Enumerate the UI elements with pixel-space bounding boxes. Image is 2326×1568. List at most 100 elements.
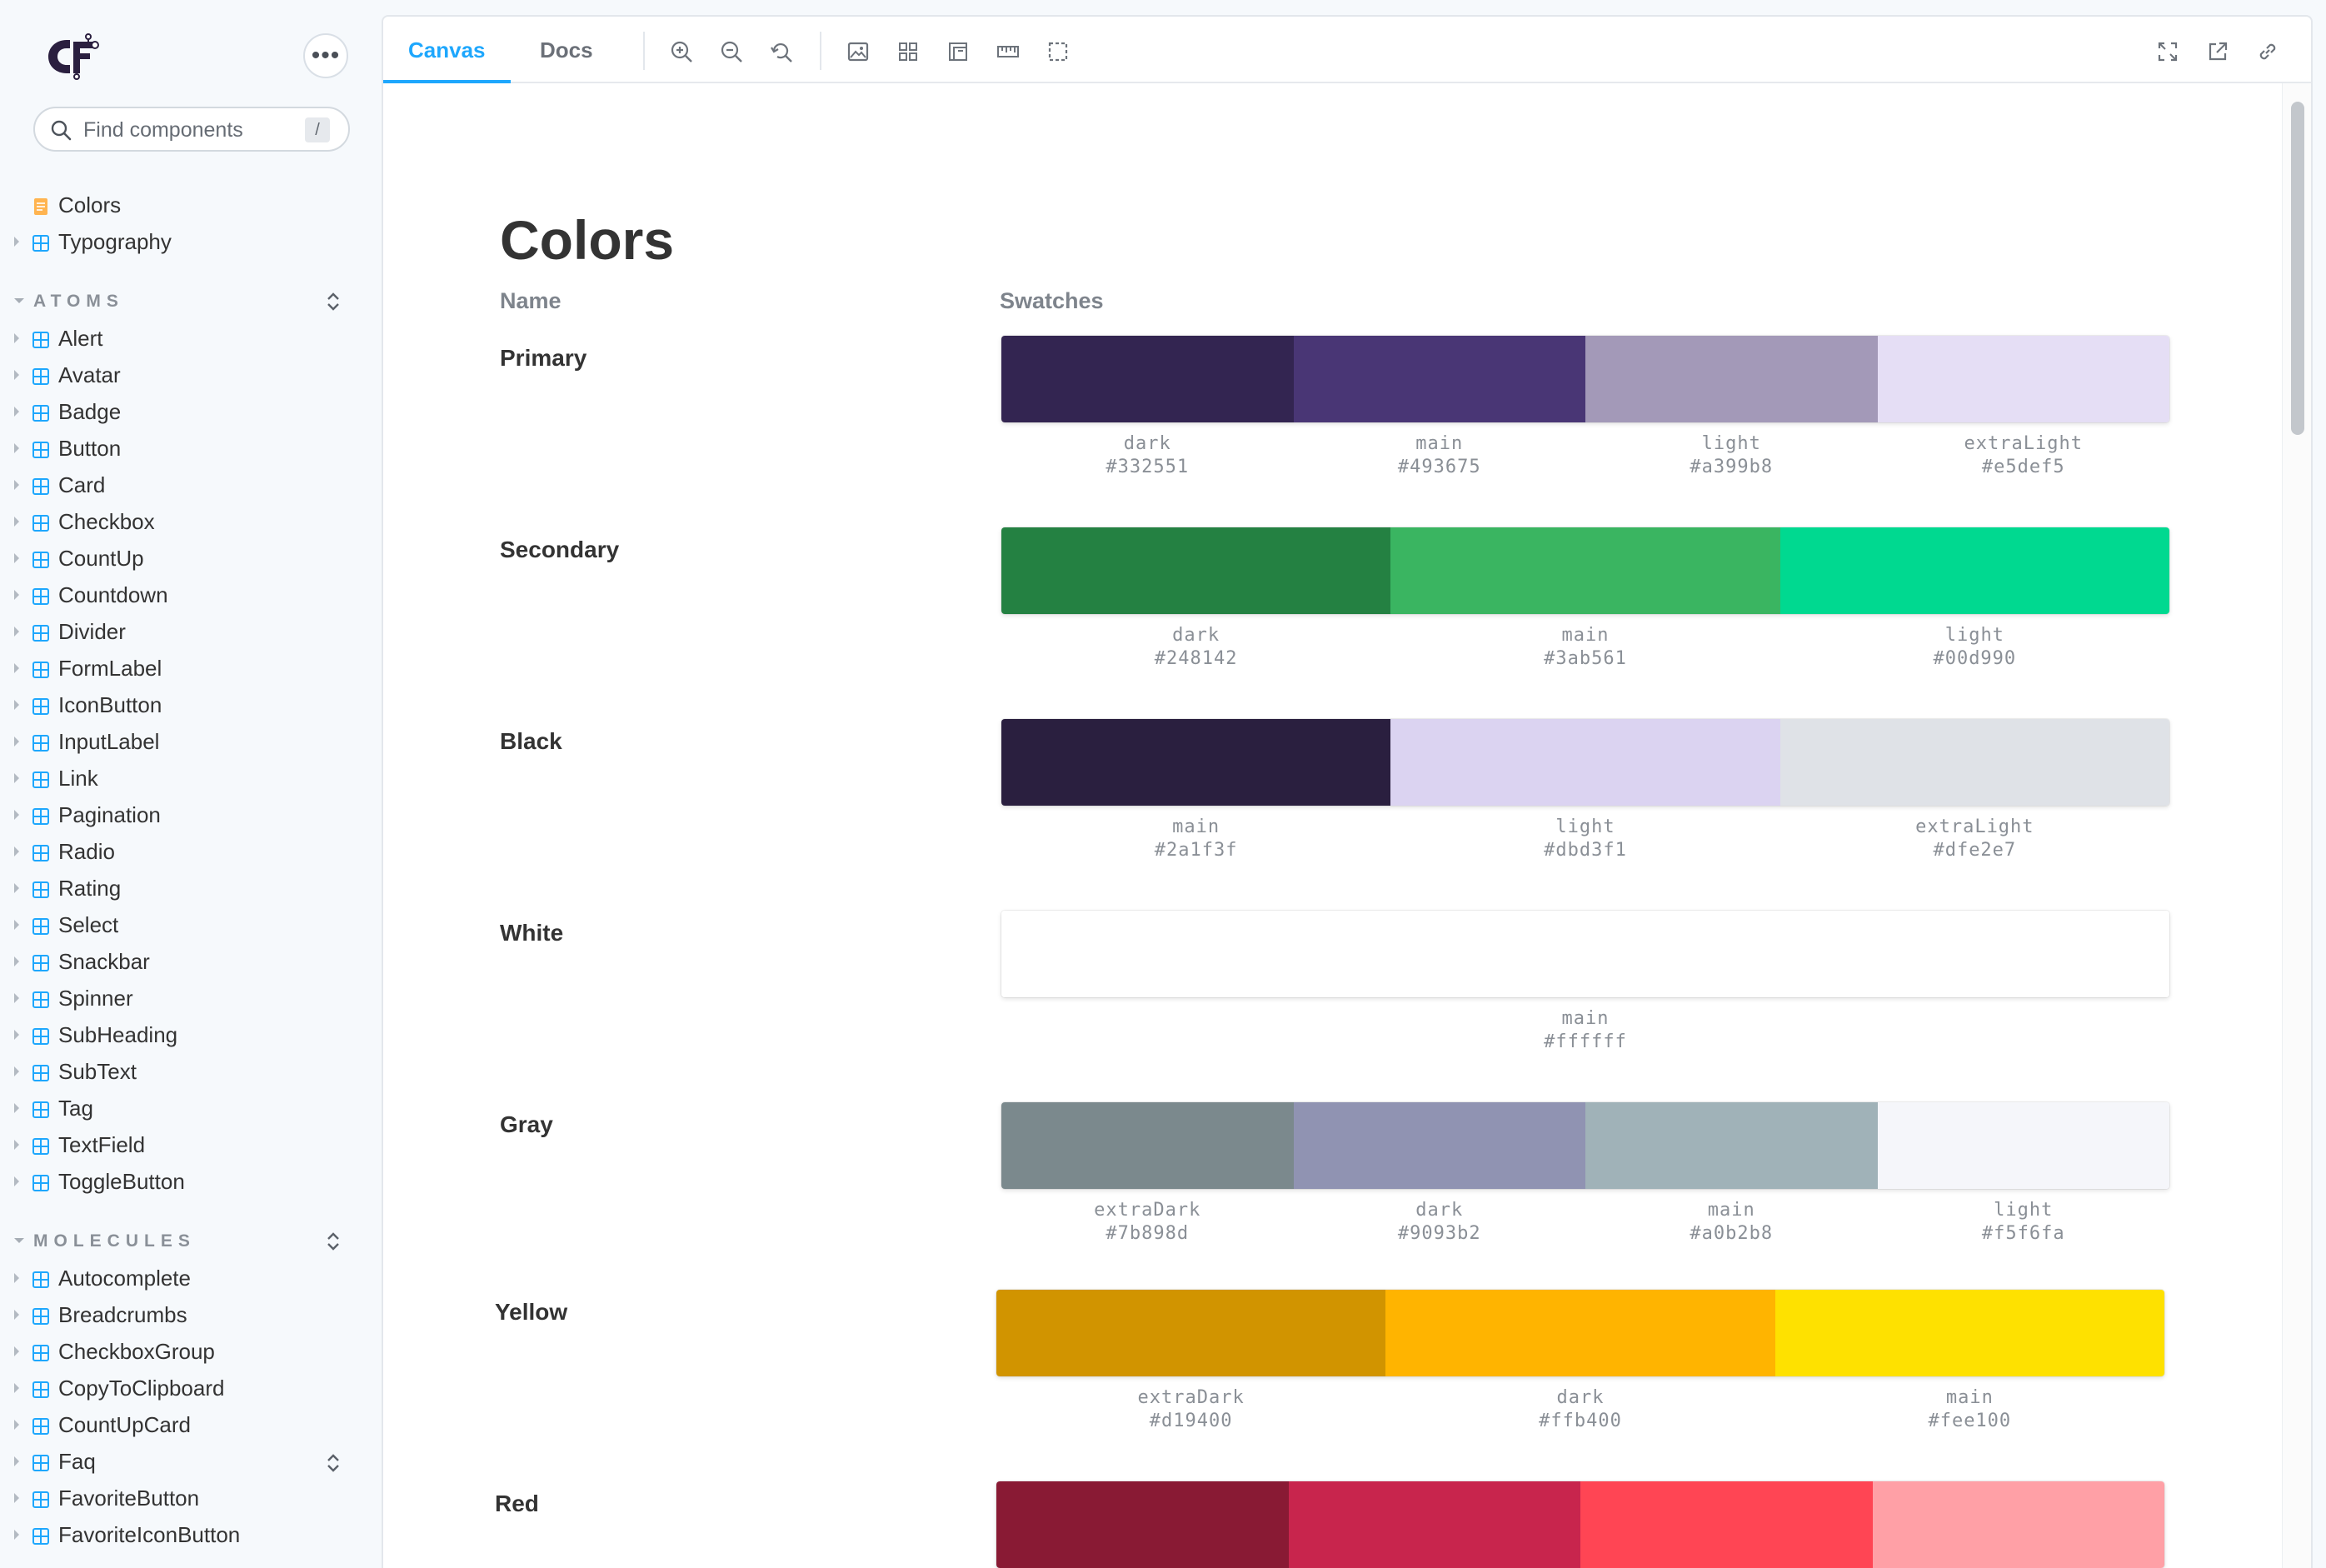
sidebar-item-link[interactable]: Link <box>0 760 382 796</box>
sidebar-item-radio[interactable]: Radio <box>0 833 382 870</box>
color-swatch[interactable] <box>1779 527 2169 614</box>
expand-caret-icon[interactable] <box>14 846 19 856</box>
expand-caret-icon[interactable] <box>14 1066 19 1076</box>
color-swatch[interactable] <box>1385 1290 1775 1376</box>
sidebar-item-formlabel[interactable]: FormLabel <box>0 650 382 687</box>
viewport-icon[interactable] <box>946 40 970 63</box>
sidebar-item-checkboxgroup[interactable]: CheckboxGroup <box>0 1333 382 1370</box>
expand-caret-icon[interactable] <box>14 1030 19 1040</box>
color-swatch[interactable] <box>1390 527 1780 614</box>
sidebar-item-copytoclipboard[interactable]: CopyToClipboard <box>0 1370 382 1406</box>
grid-icon[interactable] <box>896 40 920 63</box>
color-swatch[interactable] <box>1585 1102 1878 1189</box>
search-input[interactable] <box>82 116 302 144</box>
expand-collapse-icon[interactable] <box>323 1230 343 1253</box>
sidebar-item-button[interactable]: Button <box>0 430 382 467</box>
color-swatch[interactable] <box>1001 719 1391 806</box>
tab-canvas[interactable]: Canvas <box>383 17 511 83</box>
expand-caret-icon[interactable] <box>14 993 19 1003</box>
search-box[interactable]: / <box>33 107 350 152</box>
sidebar-item-select[interactable]: Select <box>0 906 382 943</box>
color-swatch[interactable] <box>1001 527 1391 614</box>
reset-zoom-icon[interactable] <box>770 40 793 63</box>
color-swatch[interactable] <box>1288 1481 1580 1568</box>
scrollbar-thumb[interactable] <box>2291 102 2304 435</box>
background-icon[interactable] <box>846 40 870 63</box>
expand-caret-icon[interactable] <box>14 663 19 673</box>
color-swatch[interactable] <box>1774 1290 2164 1376</box>
expand-caret-icon[interactable] <box>14 480 19 490</box>
expand-caret-icon[interactable] <box>14 333 19 343</box>
sidebar-item-divider[interactable]: Divider <box>0 613 382 650</box>
sidebar-menu-button[interactable]: ••• <box>303 33 348 78</box>
outline-icon[interactable] <box>1046 40 1070 63</box>
sidebar-item-snackbar[interactable]: Snackbar <box>0 943 382 980</box>
expand-caret-icon[interactable] <box>14 443 19 453</box>
color-swatch[interactable] <box>1580 1481 1873 1568</box>
zoom-out-icon[interactable] <box>720 40 743 63</box>
expand-caret-icon[interactable] <box>14 553 19 563</box>
sidebar-item-iconbutton[interactable]: IconButton <box>0 687 382 723</box>
expand-collapse-icon[interactable] <box>323 290 343 313</box>
section-header-atoms[interactable]: ATOMS <box>0 283 382 320</box>
expand-caret-icon[interactable] <box>14 773 19 783</box>
copy-link-icon[interactable] <box>2256 40 2279 63</box>
sidebar-item-typography[interactable]: Typography <box>0 223 382 260</box>
color-swatch[interactable] <box>1293 1102 1585 1189</box>
open-new-tab-icon[interactable] <box>2206 40 2229 63</box>
color-swatch[interactable] <box>1872 1481 2164 1568</box>
expand-caret-icon[interactable] <box>14 1346 19 1356</box>
sidebar-item-autocomplete[interactable]: Autocomplete <box>0 1260 382 1296</box>
sidebar-item-pagination[interactable]: Pagination <box>0 796 382 833</box>
expand-caret-icon[interactable] <box>14 810 19 820</box>
color-swatch[interactable] <box>996 1290 1386 1376</box>
sidebar-item-countupcard[interactable]: CountUpCard <box>0 1406 382 1443</box>
expand-caret-icon[interactable] <box>14 1273 19 1283</box>
sidebar-item-breadcrumbs[interactable]: Breadcrumbs <box>0 1296 382 1333</box>
sidebar-item-alert[interactable]: Alert <box>0 320 382 357</box>
sidebar-item-card[interactable]: Card <box>0 467 382 503</box>
sidebar-item-subheading[interactable]: SubHeading <box>0 1016 382 1053</box>
color-swatch[interactable] <box>1877 1102 2169 1189</box>
section-header-molecules[interactable]: MOLECULES <box>0 1223 382 1260</box>
expand-caret-icon[interactable] <box>14 1140 19 1150</box>
brand-logo-icon[interactable] <box>45 33 100 80</box>
expand-caret-icon[interactable] <box>14 1420 19 1430</box>
sidebar-item-badge[interactable]: Badge <box>0 393 382 430</box>
sidebar-item-avatar[interactable]: Avatar <box>0 357 382 393</box>
sidebar-item-spinner[interactable]: Spinner <box>0 980 382 1016</box>
expand-caret-icon[interactable] <box>14 1310 19 1320</box>
sidebar-item-rating[interactable]: Rating <box>0 870 382 906</box>
tab-docs[interactable]: Docs <box>515 17 618 83</box>
color-swatch[interactable] <box>1585 336 1878 422</box>
color-swatch[interactable] <box>1001 336 1294 422</box>
expand-caret-icon[interactable] <box>14 1493 19 1503</box>
expand-caret-icon[interactable] <box>14 883 19 893</box>
color-swatch[interactable] <box>1390 719 1780 806</box>
sidebar-item-togglebutton[interactable]: ToggleButton <box>0 1163 382 1200</box>
expand-collapse-icon[interactable] <box>323 1451 343 1475</box>
sidebar-item-textfield[interactable]: TextField <box>0 1126 382 1163</box>
expand-caret-icon[interactable] <box>14 590 19 600</box>
sidebar-item-checkbox[interactable]: Checkbox <box>0 503 382 540</box>
expand-caret-icon[interactable] <box>14 1456 19 1466</box>
sidebar-item-tag[interactable]: Tag <box>0 1090 382 1126</box>
collapse-caret-icon[interactable] <box>14 298 24 303</box>
expand-caret-icon[interactable] <box>14 627 19 637</box>
sidebar-item-favoritebutton[interactable]: FavoriteButton <box>0 1480 382 1516</box>
sidebar-item-favoriteiconbutton[interactable]: FavoriteIconButton <box>0 1516 382 1553</box>
zoom-in-icon[interactable] <box>670 40 693 63</box>
sidebar-item-subtext[interactable]: SubText <box>0 1053 382 1090</box>
expand-caret-icon[interactable] <box>14 1383 19 1393</box>
sidebar-item-colors[interactable]: Colors <box>0 187 382 223</box>
expand-caret-icon[interactable] <box>14 1530 19 1540</box>
expand-caret-icon[interactable] <box>14 920 19 930</box>
color-swatch[interactable] <box>1293 336 1585 422</box>
collapse-caret-icon[interactable] <box>14 1238 24 1243</box>
color-swatch[interactable] <box>996 1481 1289 1568</box>
fullscreen-icon[interactable] <box>2156 40 2179 63</box>
color-swatch[interactable] <box>1001 911 2169 997</box>
expand-caret-icon[interactable] <box>14 956 19 966</box>
expand-caret-icon[interactable] <box>14 1176 19 1186</box>
expand-caret-icon[interactable] <box>14 517 19 527</box>
